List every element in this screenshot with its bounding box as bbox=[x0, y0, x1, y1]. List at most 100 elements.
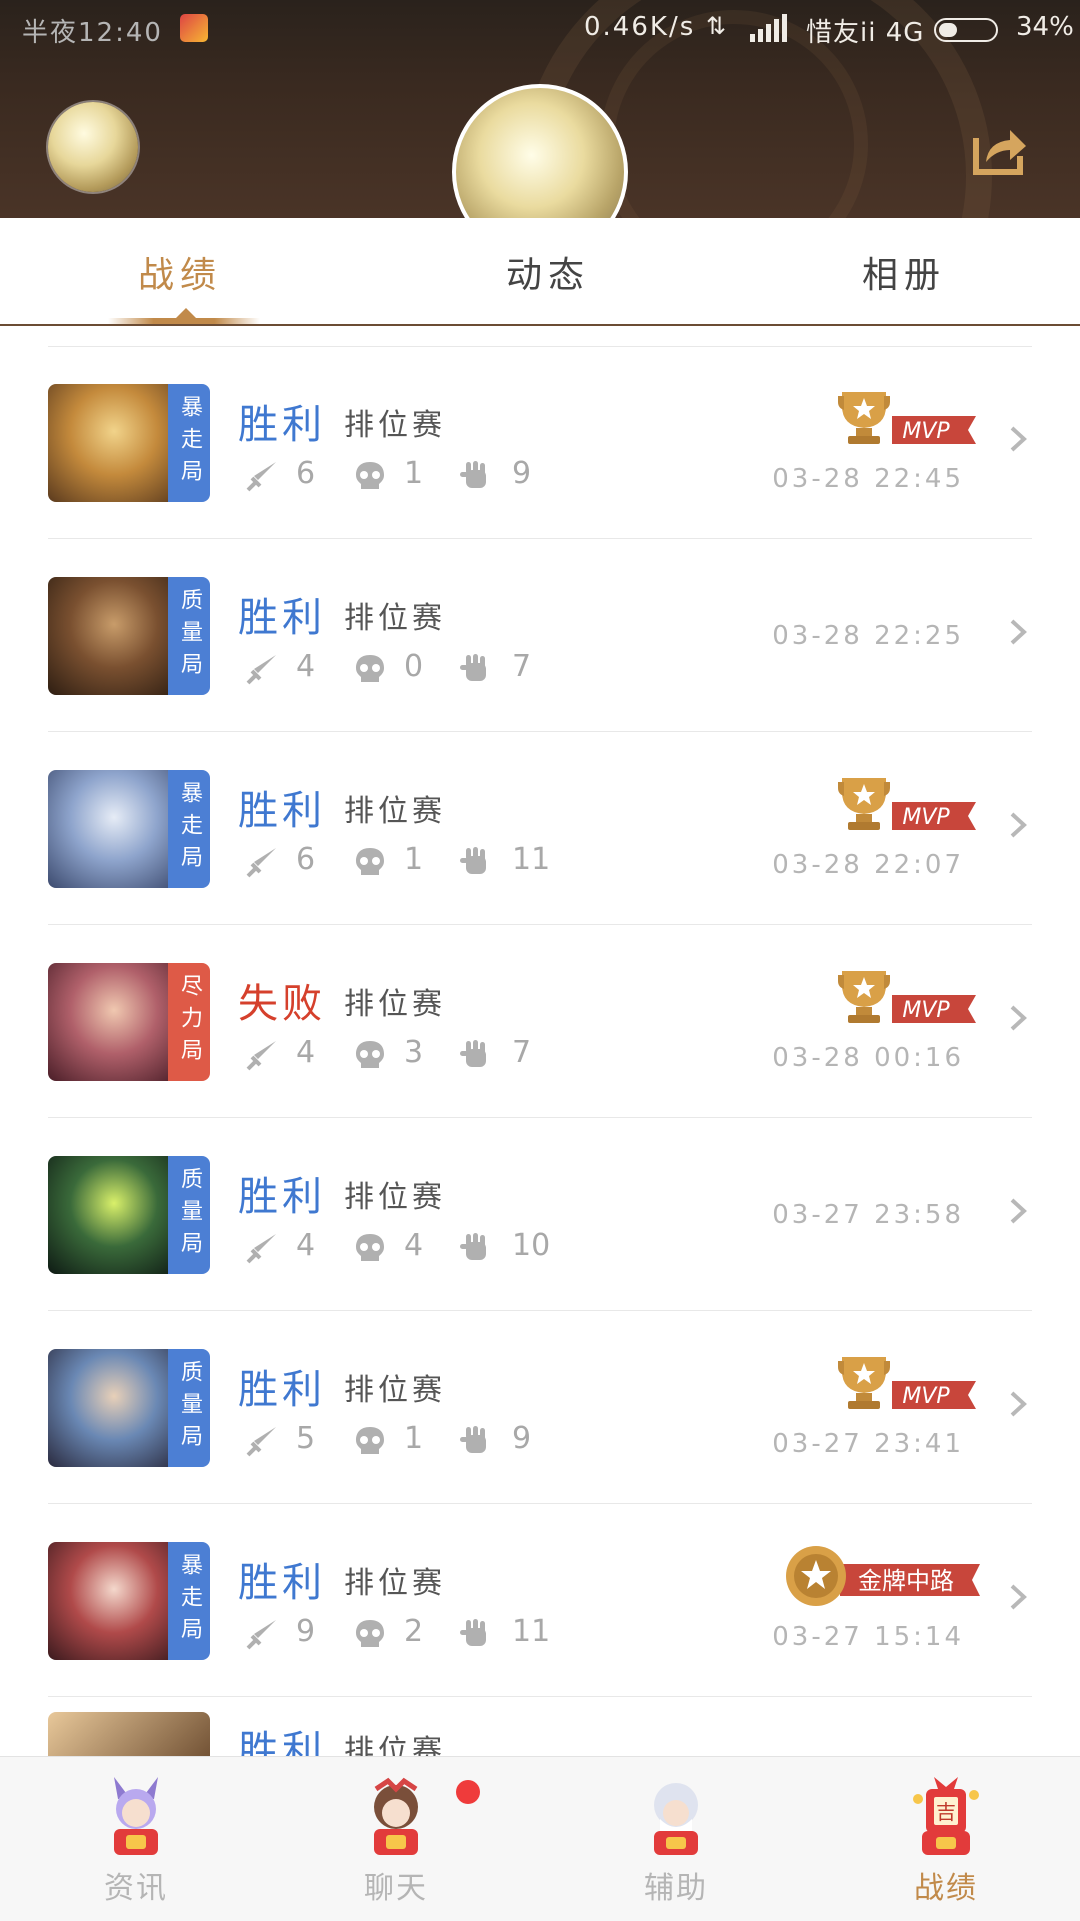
match-result: 胜利 bbox=[238, 1174, 326, 1220]
nav-label-assist: 辅助 bbox=[644, 1871, 708, 1906]
kills-value: 6 bbox=[296, 456, 316, 491]
death-skull-icon bbox=[356, 1427, 384, 1454]
assists-value: 11 bbox=[512, 1614, 551, 1649]
match-result: 胜利 bbox=[238, 402, 326, 448]
mvp-badge: MVP bbox=[838, 778, 976, 830]
active-tab-indicator bbox=[108, 318, 260, 324]
match-mode: 排位赛 bbox=[344, 601, 446, 636]
list-item[interactable]: 质量局 胜利 排位赛 4 4 10 03-27 23:58 bbox=[0, 1118, 1080, 1311]
assist-hand-icon bbox=[460, 847, 486, 874]
active-tab-caret bbox=[176, 308, 196, 318]
death-skull-icon bbox=[356, 1234, 384, 1261]
death-skull-icon bbox=[356, 1041, 384, 1068]
hero-art bbox=[48, 577, 168, 695]
assist-mascot-icon bbox=[654, 1783, 698, 1855]
match-result: 胜利 bbox=[238, 1560, 326, 1606]
hero-portrait: 暴走局 bbox=[48, 770, 210, 888]
kills-value: 9 bbox=[296, 1614, 316, 1649]
match-time: 03-28 22:25 bbox=[772, 621, 964, 651]
mvp-badge-label: MVP bbox=[902, 805, 950, 830]
chevron-right-icon[interactable] bbox=[1008, 1389, 1028, 1419]
list-item[interactable]: 质量局 胜利 排位赛 4 0 7 03-28 22:25 bbox=[0, 539, 1080, 732]
gold-mid-badge: 金牌中路 bbox=[786, 1546, 980, 1606]
chevron-right-icon[interactable] bbox=[1008, 1003, 1028, 1033]
match-result: 胜利 bbox=[238, 788, 326, 834]
list-item-partial[interactable]: 胜利 排位赛 bbox=[0, 1698, 1080, 1756]
assist-hand-icon bbox=[460, 461, 486, 488]
mvp-badge: MVP bbox=[838, 1357, 976, 1409]
assists-value: 9 bbox=[512, 1421, 532, 1456]
match-mode: 排位赛 bbox=[344, 1180, 446, 1215]
kills-value: 4 bbox=[296, 1228, 316, 1263]
match-rating-tag: 质量局 bbox=[168, 1349, 210, 1467]
match-time: 03-27 23:58 bbox=[772, 1200, 964, 1230]
hero-portrait: 质量局 bbox=[48, 1156, 210, 1274]
mvp-badge-label: MVP bbox=[902, 1384, 950, 1409]
hero-art bbox=[48, 1156, 168, 1274]
match-mode: 排位赛 bbox=[344, 1373, 446, 1408]
battery-icon bbox=[934, 18, 998, 42]
match-rating-tag: 暴走局 bbox=[168, 770, 210, 888]
list-divider bbox=[48, 1696, 1032, 1697]
match-result: 胜利 bbox=[238, 1728, 326, 1756]
match-mode: 排位赛 bbox=[344, 1734, 446, 1756]
match-rating-tag: 质量局 bbox=[168, 1156, 210, 1274]
mvp-badge-label: MVP bbox=[902, 998, 950, 1023]
assists-value: 10 bbox=[512, 1228, 551, 1263]
nav-item-news[interactable]: 资讯 bbox=[36, 1757, 236, 1921]
hero-art bbox=[48, 1542, 168, 1660]
user-avatar-small[interactable] bbox=[48, 102, 138, 192]
nav-item-assist[interactable]: 辅助 bbox=[576, 1757, 776, 1921]
hero-art bbox=[48, 384, 168, 502]
assist-hand-icon bbox=[460, 654, 486, 681]
list-item[interactable]: 暴走局 胜利 排位赛 6 1 9 MVP 03-28 22:45 bbox=[0, 346, 1080, 539]
nav-label-chat: 聊天 bbox=[364, 1871, 428, 1906]
share-icon[interactable] bbox=[970, 120, 1028, 178]
assist-hand-icon bbox=[460, 1233, 486, 1260]
death-skull-icon bbox=[356, 848, 384, 875]
gold-mid-badge-label: 金牌中路 bbox=[858, 1567, 954, 1595]
match-result: 胜利 bbox=[238, 595, 326, 641]
list-item[interactable]: 暴走局 胜利 排位赛 6 1 11 MVP 03-28 22:07 bbox=[0, 732, 1080, 925]
match-mode: 排位赛 bbox=[344, 1566, 446, 1601]
svg-text:吉: 吉 bbox=[936, 1800, 956, 1824]
game-app-icon bbox=[180, 14, 208, 42]
tab-album[interactable]: 相册 bbox=[862, 246, 946, 298]
nav-item-records[interactable]: 吉 战绩 bbox=[846, 1757, 1046, 1921]
list-item[interactable]: 暴走局 胜利 排位赛 9 2 11 金牌中路 03-27 15:14 bbox=[0, 1504, 1080, 1697]
death-skull-icon bbox=[356, 655, 384, 682]
assist-hand-icon bbox=[460, 1619, 486, 1646]
mvp-badge: MVP bbox=[838, 392, 976, 444]
death-skull-icon bbox=[356, 1620, 384, 1647]
tab-activity[interactable]: 动态 bbox=[506, 246, 590, 298]
hero-portrait bbox=[48, 1712, 210, 1756]
deaths-value: 0 bbox=[404, 649, 424, 684]
kills-value: 6 bbox=[296, 842, 316, 877]
match-record-list[interactable]: 暴走局 胜利 排位赛 6 1 9 MVP 03-28 22:45 质量局 胜利 排位赛 4 0 7 03-2… bbox=[0, 346, 1080, 1756]
deaths-value: 1 bbox=[404, 842, 424, 877]
match-mode: 排位赛 bbox=[344, 987, 446, 1022]
chevron-right-icon[interactable] bbox=[1008, 1196, 1028, 1226]
list-item[interactable]: 尽力局 失败 排位赛 4 3 7 MVP 03-28 00:16 bbox=[0, 925, 1080, 1118]
match-rating-tag: 暴走局 bbox=[168, 384, 210, 502]
kill-sword-icon bbox=[246, 1427, 276, 1457]
data-transfer-icon: ⇅ bbox=[706, 12, 727, 40]
chevron-right-icon[interactable] bbox=[1008, 810, 1028, 840]
chevron-right-icon[interactable] bbox=[1008, 1582, 1028, 1612]
assist-hand-icon bbox=[460, 1040, 486, 1067]
match-rating-tag: 质量局 bbox=[168, 577, 210, 695]
match-time: 03-28 22:07 bbox=[772, 850, 964, 880]
chevron-right-icon[interactable] bbox=[1008, 424, 1028, 454]
chat-notification-dot bbox=[456, 1780, 480, 1804]
profile-header: 半夜12:40 0.46K/s ⇅ 惜友ii 4G 34% bbox=[0, 0, 1080, 218]
kill-sword-icon bbox=[246, 1234, 276, 1264]
list-item[interactable]: 质量局 胜利 排位赛 5 1 9 MVP 03-27 23:41 bbox=[0, 1311, 1080, 1504]
chevron-right-icon[interactable] bbox=[1008, 617, 1028, 647]
kills-value: 4 bbox=[296, 1035, 316, 1070]
chat-mascot-icon bbox=[374, 1777, 418, 1855]
kill-sword-icon bbox=[246, 848, 276, 878]
deaths-value: 3 bbox=[404, 1035, 424, 1070]
tab-records[interactable]: 战绩 bbox=[138, 246, 222, 298]
match-mode: 排位赛 bbox=[344, 408, 446, 443]
deaths-value: 1 bbox=[404, 456, 424, 491]
